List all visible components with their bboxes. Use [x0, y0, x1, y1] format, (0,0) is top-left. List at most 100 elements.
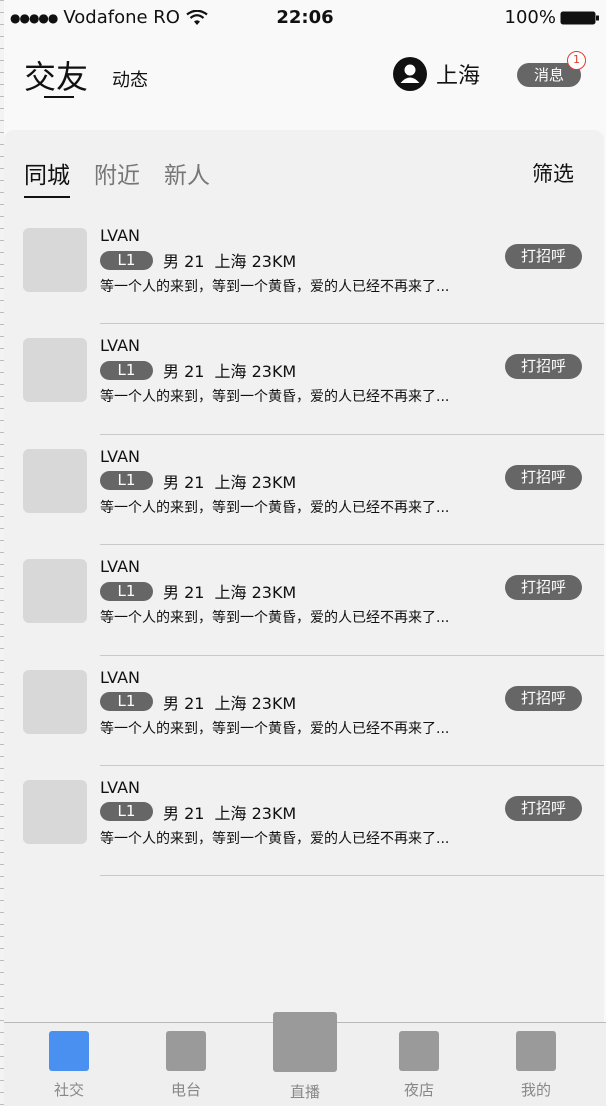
tabbar-label: 我的 [520, 1081, 551, 1099]
greet-button[interactable]: 打招呼 [505, 354, 582, 380]
gender-label: 男 [163, 693, 180, 713]
radio-icon [166, 1031, 206, 1071]
city-label: 上海 [214, 252, 247, 271]
gender-age: 男 21 [163, 800, 204, 824]
gender-label: 男 [163, 803, 180, 823]
list-item[interactable]: LVAN L1 男 21 上海 23KM 等一个人的来到，等到一个黄昏，爱的人已经不再来… [4, 766, 604, 877]
user-name: LVAN [100, 446, 140, 466]
gender-label: 男 [163, 252, 180, 271]
age-label: 21 [184, 362, 205, 382]
level-badge: L1 [100, 802, 153, 822]
user-bio: 等一个人的来到，等到一个黄昏，爱的人已经不再来了... [100, 499, 450, 516]
gender-label: 男 [163, 583, 180, 603]
page-title[interactable]: 交友 [24, 52, 88, 98]
user-bio: 等一个人的来到，等到一个黄昏，爱的人已经不再来了... [100, 389, 450, 406]
avatar[interactable] [23, 559, 87, 624]
profile-icon [516, 1031, 556, 1071]
avatar[interactable] [23, 669, 87, 734]
message-count-badge: 1 [567, 51, 586, 70]
avatar[interactable] [23, 448, 87, 513]
user-name: LVAN [100, 667, 140, 687]
user-bio: 等一个人的来到，等到一个黄昏，爱的人已经不再来了... [100, 720, 450, 737]
city-label: 上海 [214, 472, 247, 492]
tab-newcomers[interactable]: 新人 [164, 156, 210, 198]
level-badge: L1 [100, 471, 153, 491]
avatar[interactable] [23, 338, 87, 403]
user-name: LVAN [100, 336, 140, 356]
status-right: 100% [505, 7, 600, 28]
user-name: LVAN [100, 226, 140, 245]
greet-button[interactable]: 打招呼 [505, 795, 582, 821]
tabbar-label: 直播 [289, 1083, 320, 1101]
gender-label: 男 [163, 472, 180, 492]
user-meta: L1 男 21 上海 23KM [100, 358, 296, 382]
city-label: 上海 [214, 362, 247, 382]
age-label: 21 [184, 472, 205, 492]
user-meta: L1 男 21 上海 23KM [100, 469, 296, 493]
greet-button[interactable]: 打招呼 [505, 244, 582, 269]
city-distance: 上海 23KM [214, 358, 296, 382]
user-list: LVAN L1 男 21 上海 23KM 等一个人的来到，等到一个黄昏，爱的人已经不再来… [4, 214, 604, 877]
list-item[interactable]: LVAN L1 男 21 上海 23KM 等一个人的来到，等到一个黄昏，爱的人已经不再来… [4, 435, 604, 546]
city-label: 上海 [214, 803, 247, 823]
age-label: 21 [184, 583, 205, 603]
gender-label: 男 [163, 362, 180, 382]
greet-button[interactable]: 打招呼 [505, 464, 582, 490]
battery-icon [560, 11, 599, 24]
city-label: 上海 [214, 693, 247, 713]
user-name: LVAN [100, 777, 140, 797]
distance-label: 23KM [251, 472, 297, 492]
avatar[interactable] [23, 779, 87, 844]
user-bio: 等一个人的来到，等到一个黄昏，爱的人已经不再来了... [100, 279, 450, 295]
list-item[interactable]: LVAN L1 男 21 上海 23KM 等一个人的来到，等到一个黄昏，爱的人已经不再来… [4, 656, 604, 766]
category-tabs: 同城 附近 新人 [24, 156, 210, 198]
user-name: LVAN [100, 557, 140, 577]
list-item[interactable]: LVAN L1 男 21 上海 23KM 等一个人的来到，等到一个黄昏，爱的人已经不再来… [4, 214, 604, 325]
user-meta: L1 男 21 上海 23KM [100, 248, 296, 272]
tab-same-city[interactable]: 同城 [24, 156, 70, 198]
user-bio: 等一个人的来到，等到一个黄昏，爱的人已经不再来了... [100, 610, 450, 627]
tabbar-label: 社交 [53, 1081, 84, 1099]
user-meta: L1 男 21 上海 23KM [100, 800, 296, 824]
city-distance: 上海 23KM [214, 248, 296, 272]
app-header: 交友 动态 上海 消息 1 [4, 36, 606, 126]
user-meta: L1 男 21 上海 23KM [100, 579, 296, 603]
battery-percent: 100% [504, 7, 556, 28]
city-distance: 上海 23KM [214, 469, 296, 493]
level-badge: L1 [100, 250, 153, 270]
user-bio: 等一个人的来到，等到一个黄昏，爱的人已经不再来了... [100, 830, 450, 847]
nightclub-icon [399, 1031, 439, 1071]
content-panel: 同城 附近 新人 筛选 LVAN L1 男 21 上海 23KM 等一个人的来到，等到一个黄… [4, 130, 604, 1022]
greet-button[interactable]: 打招呼 [505, 575, 582, 601]
social-icon [49, 1031, 89, 1071]
phone-screen: ●●●●● Vodafone RO 22:06 100% 交友 动态 上海 消息… [4, 0, 606, 1106]
age-label: 21 [184, 693, 205, 713]
age-label: 21 [184, 252, 205, 271]
list-item[interactable]: LVAN L1 男 21 上海 23KM 等一个人的来到，等到一个黄昏，爱的人已经不再来… [4, 545, 604, 656]
tab-nearby[interactable]: 附近 [94, 156, 140, 198]
list-item[interactable]: LVAN L1 男 21 上海 23KM 等一个人的来到，等到一个黄昏，爱的人已经不再来… [4, 324, 604, 435]
distance-label: 23KM [251, 693, 297, 713]
location-label: 上海 [436, 64, 481, 89]
live-icon [273, 1012, 337, 1072]
age-label: 21 [184, 803, 205, 823]
gender-age: 男 21 [163, 469, 204, 493]
distance-label: 23KM [251, 252, 297, 271]
distance-label: 23KM [251, 362, 297, 382]
greet-button[interactable]: 打招呼 [505, 685, 582, 711]
location-selector[interactable]: 上海 [392, 56, 480, 92]
gender-age: 男 21 [163, 248, 204, 272]
filter-button[interactable]: 筛选 [532, 158, 574, 188]
level-badge: L1 [100, 581, 153, 601]
city-label: 上海 [214, 583, 247, 603]
user-avatar-icon [393, 57, 427, 91]
user-meta: L1 男 21 上海 23KM [100, 690, 296, 714]
level-badge: L1 [100, 692, 153, 712]
avatar[interactable] [23, 228, 87, 292]
level-badge: L1 [100, 360, 153, 380]
tab-feed[interactable]: 动态 [112, 66, 148, 92]
city-distance: 上海 23KM [214, 800, 296, 824]
row-divider [100, 875, 604, 877]
status-bar: ●●●●● Vodafone RO 22:06 100% [4, 0, 606, 36]
tabbar-label: 夜店 [403, 1081, 434, 1099]
